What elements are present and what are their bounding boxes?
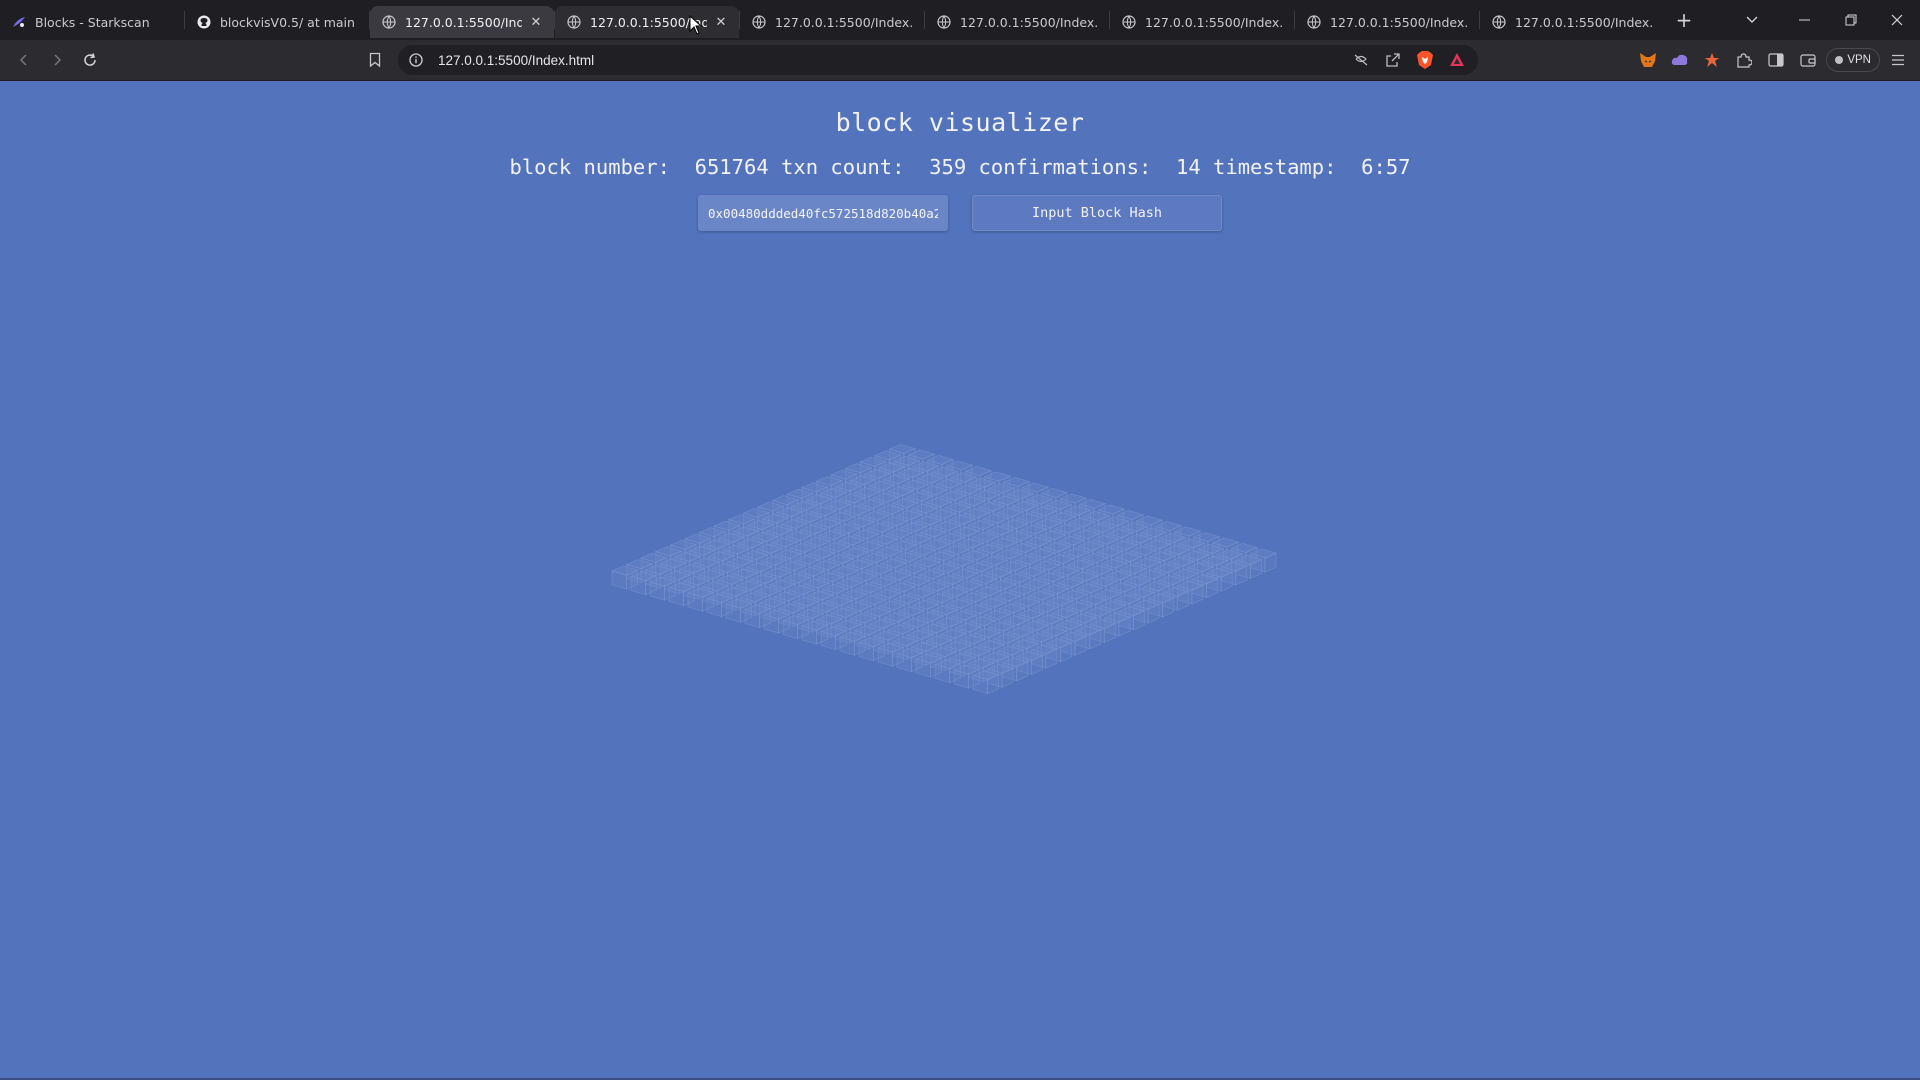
close-window-button[interactable] bbox=[1874, 0, 1920, 40]
browser-tab[interactable]: 127.0.0.1:5500/Index.html bbox=[740, 6, 924, 38]
tab-title: 127.0.0.1:5500/Index.html bbox=[405, 14, 522, 30]
txn-count-value: 359 bbox=[929, 155, 967, 179]
github-icon bbox=[197, 15, 211, 29]
restore-button[interactable] bbox=[1828, 0, 1874, 40]
reload-button[interactable] bbox=[74, 44, 106, 76]
extension-star-icon[interactable] bbox=[1698, 46, 1726, 74]
browser-toolbar: 127.0.0.1:5500/Index.html VPN bbox=[0, 40, 1920, 81]
back-button[interactable] bbox=[8, 44, 40, 76]
extension-cloud-icon[interactable] bbox=[1666, 46, 1694, 74]
tab-title: Blocks - Starkscan bbox=[35, 14, 150, 30]
menu-icon[interactable] bbox=[1884, 46, 1912, 74]
metamask-icon[interactable] bbox=[1634, 46, 1662, 74]
input-block-hash-button[interactable]: Input Block Hash bbox=[972, 195, 1222, 231]
reader-mode-icon[interactable] bbox=[1348, 47, 1374, 73]
wallet-icon[interactable] bbox=[1794, 46, 1822, 74]
globe-icon bbox=[567, 15, 581, 29]
sidebar-toggle-icon[interactable] bbox=[1762, 46, 1790, 74]
minimize-button[interactable] bbox=[1782, 0, 1828, 40]
globe-icon bbox=[1122, 15, 1136, 29]
timestamp-label: timestamp: bbox=[1213, 155, 1337, 179]
browser-tab[interactable]: Blocks - Starkscan bbox=[0, 6, 184, 38]
tab-close-icon[interactable]: ✕ bbox=[713, 14, 729, 30]
tab-title: 127.0.0.1:5500/Index.html bbox=[1515, 14, 1654, 30]
new-tab-button[interactable]: + bbox=[1668, 4, 1700, 36]
bookmark-icon[interactable] bbox=[360, 44, 390, 76]
block-stats: block number: 651764 txn count: 359 conf… bbox=[0, 155, 1920, 179]
tab-bar: Blocks - Starkscan blockvisV0.5/ at main … bbox=[0, 0, 1920, 40]
url-text: 127.0.0.1:5500/Index.html bbox=[438, 52, 595, 68]
txn-count-label: txn count: bbox=[781, 155, 905, 179]
globe-icon bbox=[1307, 15, 1321, 29]
page-title: block visualizer bbox=[835, 108, 1085, 137]
tab-title: 127.0.0.1:5500/Index.html bbox=[1145, 14, 1284, 30]
globe-icon bbox=[382, 15, 396, 29]
block-number-value: 651764 bbox=[694, 155, 769, 179]
starkscan-icon bbox=[12, 15, 26, 29]
vpn-button[interactable]: VPN bbox=[1826, 48, 1880, 72]
tab-title: 127.0.0.1:5500/Index.html bbox=[960, 14, 1099, 30]
globe-icon bbox=[1492, 15, 1506, 29]
address-bar-actions bbox=[1348, 45, 1470, 75]
address-bar[interactable]: 127.0.0.1:5500/Index.html bbox=[398, 45, 1478, 75]
site-info-icon[interactable] bbox=[408, 52, 424, 68]
page-content: block visualizer block number: 651764 tx… bbox=[0, 81, 1920, 1080]
globe-icon bbox=[937, 15, 951, 29]
tab-close-icon[interactable]: ✕ bbox=[528, 14, 544, 30]
tab-title: 127.0.0.1:5500/Index.html bbox=[1330, 14, 1469, 30]
browser-tab[interactable]: 127.0.0.1:5500/Index.html bbox=[1295, 6, 1479, 38]
mouse-cursor-icon bbox=[689, 15, 703, 35]
browser-tab[interactable]: 127.0.0.1:5500/Index.html ✕ bbox=[370, 6, 554, 38]
confirmations-label: confirmations: bbox=[978, 155, 1152, 179]
brave-shields-icon[interactable] bbox=[1412, 47, 1438, 73]
browser-tab[interactable]: 127.0.0.1:5500/Index.html✕ bbox=[555, 6, 739, 38]
browser-tab[interactable]: 127.0.0.1:5500/Index.html bbox=[925, 6, 1109, 38]
block-number-label: block number: bbox=[509, 155, 670, 179]
browser-tab[interactable]: blockvisV0.5/ at main · ada bbox=[185, 6, 369, 38]
block-hash-input[interactable] bbox=[698, 195, 948, 231]
tab-title: blockvisV0.5/ at main · ada bbox=[220, 14, 359, 30]
txn-cube[interactable] bbox=[610, 565, 639, 590]
globe-icon bbox=[752, 15, 766, 29]
extensions-area: VPN bbox=[1634, 44, 1912, 76]
browser-tab[interactable]: 127.0.0.1:5500/Index.html bbox=[1110, 6, 1294, 38]
confirmations-value: 14 bbox=[1176, 155, 1201, 179]
timestamp-value: 6:57 bbox=[1361, 155, 1411, 179]
forward-button[interactable] bbox=[41, 44, 73, 76]
block-cube-grid[interactable] bbox=[540, 361, 1340, 881]
window-controls bbox=[1782, 0, 1920, 40]
tab-title: 127.0.0.1:5500/Index.html bbox=[775, 14, 914, 30]
extensions-puzzle-icon[interactable] bbox=[1730, 46, 1758, 74]
tab-list-chevron-icon[interactable] bbox=[1732, 0, 1772, 40]
share-icon[interactable] bbox=[1380, 47, 1406, 73]
vpn-status-icon bbox=[1835, 56, 1844, 64]
browser-tab[interactable]: 127.0.0.1:5500/Index.html bbox=[1480, 6, 1664, 38]
vpn-label: VPN bbox=[1847, 54, 1871, 66]
brave-rewards-icon[interactable] bbox=[1444, 47, 1470, 73]
